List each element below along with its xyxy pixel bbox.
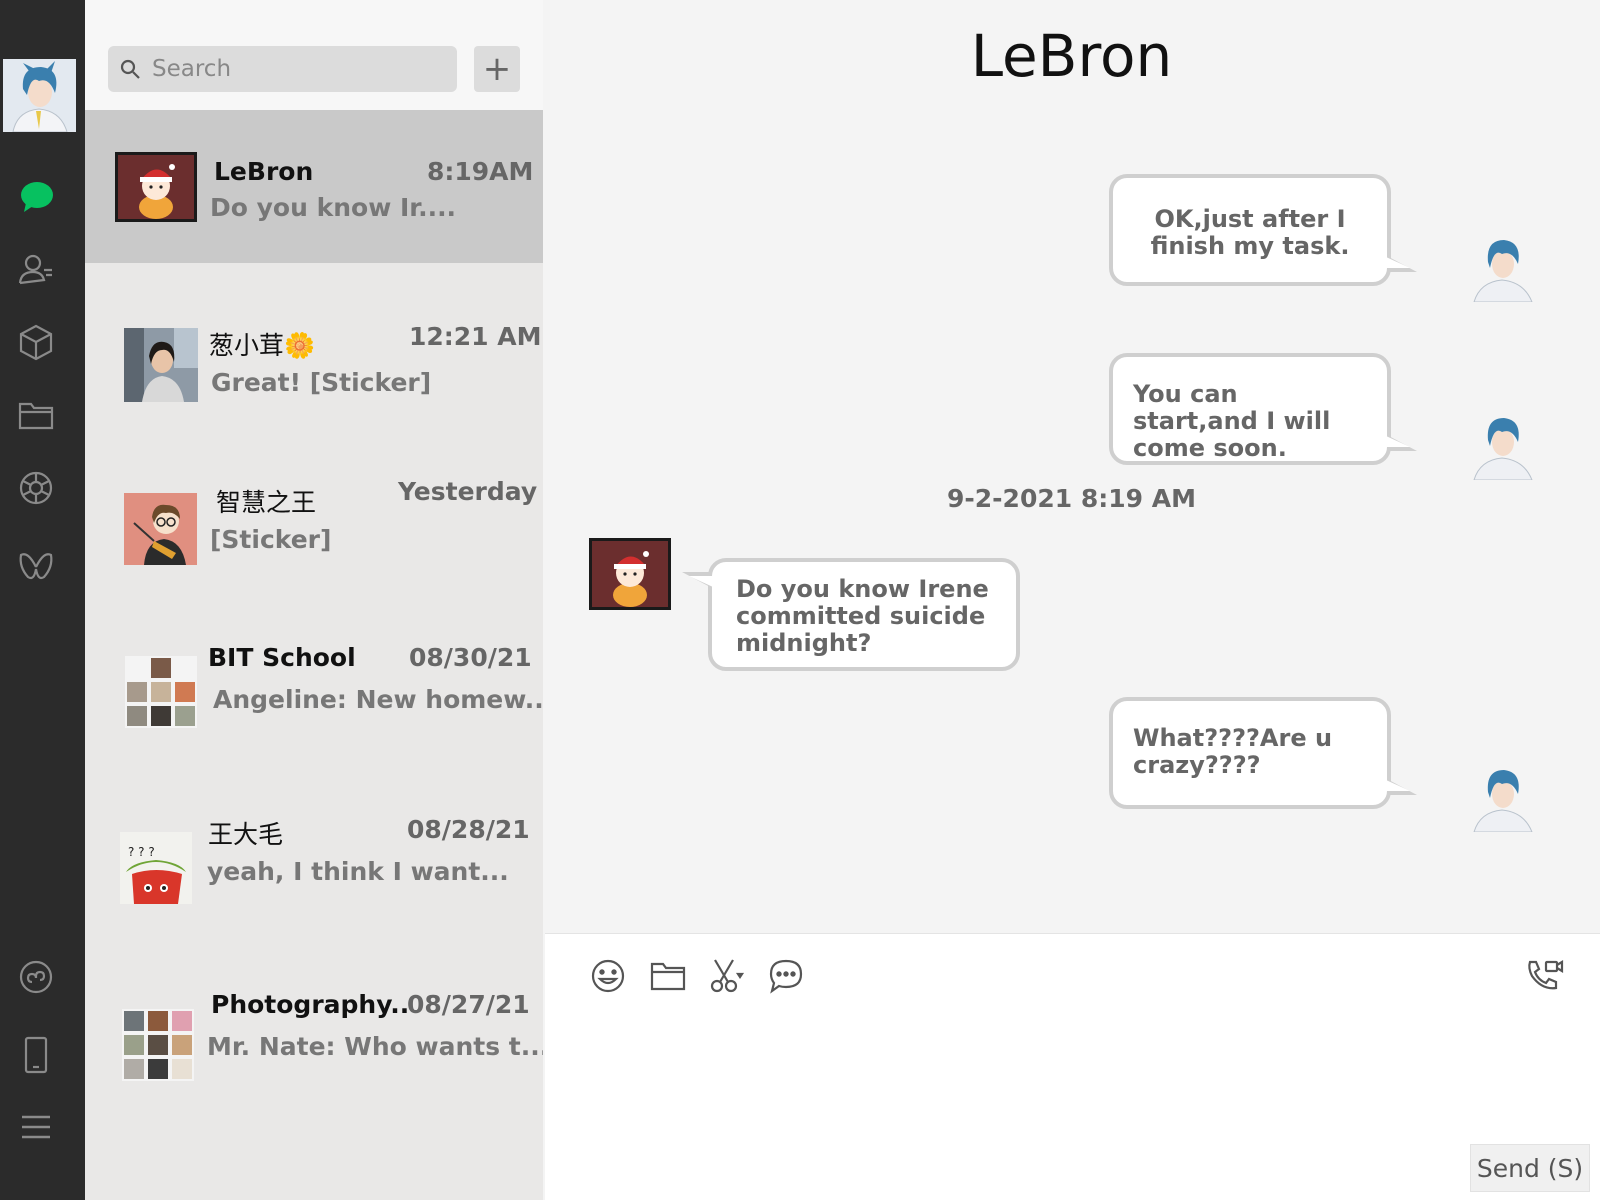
chat-item-preview: Great! [Sticker] bbox=[211, 368, 432, 397]
chat-item-name: 葱小茸🌼 bbox=[209, 331, 316, 360]
chat-item-time: 08/27/21 bbox=[407, 990, 530, 1019]
chat-list-header: + bbox=[85, 0, 543, 110]
chat-item-name: Photography.. bbox=[211, 990, 410, 1019]
chat-item-preview: Mr. Nate: Who wants t... bbox=[207, 1032, 543, 1061]
chat-history-icon[interactable] bbox=[764, 954, 808, 998]
chat-item-time: 12:21 AM bbox=[409, 322, 542, 351]
conversation-pane: LeBron OK,just after I finish my task. Y… bbox=[543, 0, 1600, 935]
avatar bbox=[124, 328, 198, 402]
voice-video-call-icon[interactable] bbox=[1522, 954, 1566, 998]
contacts-icon[interactable] bbox=[14, 248, 58, 292]
message-bubble-incoming: Do you know Irene committed suicide midn… bbox=[682, 558, 1020, 671]
svg-text:? ? ?: ? ? ? bbox=[128, 845, 155, 859]
chat-item-preview: Angeline: New homew... bbox=[213, 685, 543, 714]
chat-item-time: Yesterday bbox=[398, 477, 538, 506]
chat-item-bit-school[interactable]: BIT School 08/30/21 Angeline: New homew.… bbox=[85, 612, 543, 762]
folder-icon[interactable] bbox=[14, 393, 58, 437]
message-bubble-outgoing: OK,just after I finish my task. bbox=[1109, 174, 1417, 286]
chat-item-zhihuizhiwang[interactable]: 智慧之王 Yesterday [Sticker] bbox=[85, 450, 543, 600]
avatar bbox=[124, 493, 197, 565]
navigation-rail bbox=[0, 0, 85, 1200]
moments-icon[interactable] bbox=[14, 466, 58, 510]
my-message-avatar[interactable] bbox=[1468, 410, 1538, 480]
phone-icon[interactable] bbox=[14, 1033, 58, 1077]
chat-item-name: LeBron bbox=[214, 157, 314, 186]
avatar: ? ? ? bbox=[120, 832, 192, 904]
chat-item-name: 智慧之王 bbox=[216, 488, 317, 517]
send-button[interactable]: Send (S) bbox=[1470, 1144, 1590, 1192]
message-text: OK,just after I finish my task. bbox=[1150, 205, 1350, 260]
menu-icon[interactable] bbox=[14, 1105, 58, 1149]
add-chat-button[interactable]: + bbox=[474, 46, 520, 92]
contact-message-avatar[interactable] bbox=[589, 538, 671, 610]
date-separator: 9-2-2021 8:19 AM bbox=[947, 484, 1196, 513]
my-avatar[interactable] bbox=[3, 59, 76, 132]
group-avatar bbox=[122, 1009, 194, 1081]
my-message-avatar[interactable] bbox=[1468, 232, 1538, 302]
chat-list-panel: + LeBron 8:19AM Do you know Ir.... 葱小茸🌼 … bbox=[85, 0, 543, 1200]
search-box[interactable] bbox=[108, 46, 457, 92]
search-input[interactable] bbox=[152, 56, 442, 82]
chat-item-time: 08/28/21 bbox=[407, 815, 530, 844]
chat-item-preview: yeah, I think I want... bbox=[207, 857, 509, 886]
chat-item-name: BIT School bbox=[208, 643, 356, 672]
cube-icon[interactable] bbox=[14, 320, 58, 364]
message-bubble-outgoing: What????Are u crazy???? bbox=[1109, 697, 1417, 809]
emoji-icon[interactable] bbox=[586, 954, 630, 998]
message-bubble-outgoing: You can start,and I will come soon. bbox=[1109, 353, 1417, 465]
butterfly-icon[interactable] bbox=[14, 545, 58, 589]
folder-icon[interactable] bbox=[646, 954, 690, 998]
chat-item-wangdamao[interactable]: ? ? ? 王大毛 08/28/21 yeah, I think I want.… bbox=[85, 788, 543, 938]
chat-item-time: 8:19AM bbox=[427, 157, 534, 186]
group-avatar bbox=[125, 656, 197, 728]
chat-item-preview: Do you know Ir.... bbox=[210, 193, 457, 222]
avatar bbox=[115, 152, 197, 222]
search-icon bbox=[120, 59, 140, 79]
chat-item-preview: [Sticker] bbox=[210, 525, 332, 554]
chat-item-name: 王大毛 bbox=[208, 820, 284, 849]
message-composer[interactable]: Send (S) bbox=[545, 933, 1600, 1200]
message-text: You can start,and I will come soon. bbox=[1133, 380, 1331, 462]
message-text: Do you know Irene committed suicide midn… bbox=[736, 575, 989, 657]
my-message-avatar[interactable] bbox=[1468, 762, 1538, 832]
chat-item-lebron[interactable]: LeBron 8:19AM Do you know Ir.... bbox=[85, 110, 543, 263]
chat-item-time: 08/30/21 bbox=[409, 643, 532, 672]
mini-program-icon[interactable] bbox=[14, 955, 58, 999]
message-text: What????Are u crazy???? bbox=[1133, 724, 1333, 779]
chat-item-photography[interactable]: Photography.. 08/27/21 Mr. Nate: Who wan… bbox=[85, 965, 543, 1115]
chat-icon[interactable] bbox=[14, 175, 58, 219]
chat-item-congxiaorong[interactable]: 葱小茸🌼 12:21 AM Great! [Sticker] bbox=[85, 290, 543, 440]
scissors-icon[interactable] bbox=[705, 954, 749, 998]
conversation-title: LeBron bbox=[970, 22, 1173, 90]
